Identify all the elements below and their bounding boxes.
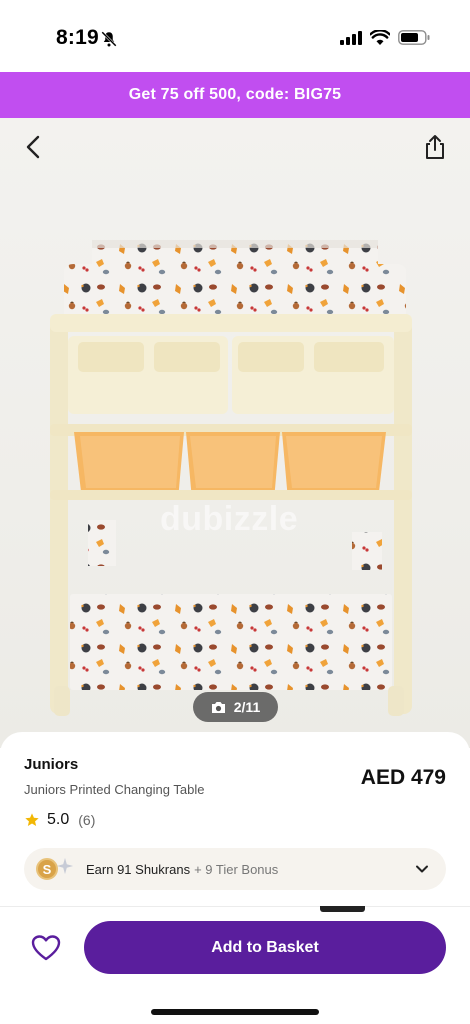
status-time: 8:19 (56, 26, 99, 49)
product-brand[interactable]: Juniors (24, 756, 78, 773)
promo-banner[interactable]: Get 75 off 500, code: BIG75 (0, 72, 470, 118)
status-bar: 8:19 (0, 0, 470, 72)
share-icon[interactable] (420, 132, 450, 162)
image-counter: 2/11 (193, 692, 278, 722)
home-indicator[interactable] (151, 1009, 319, 1015)
battery-icon (398, 30, 430, 45)
product-image (50, 240, 412, 716)
product-image-gallery[interactable]: dubizzle 2/11 (0, 118, 470, 748)
camera-icon (211, 701, 225, 713)
watermark-text: dubizzle (160, 500, 299, 538)
product-rating[interactable]: 5.0 (6) (24, 811, 95, 829)
back-arrow-icon[interactable] (18, 132, 48, 162)
cellular-signal-icon (340, 30, 362, 45)
wifi-icon (370, 30, 390, 45)
product-info-card: Juniors Juniors Printed Changing Table A… (0, 732, 470, 1024)
rating-value: 5.0 (47, 811, 70, 828)
shukran-rewards-row[interactable]: S Earn 91 Shukrans + 9 Tier Bonus (24, 848, 446, 890)
sparkle-icon (56, 857, 74, 875)
product-name: Juniors Printed Changing Table (24, 782, 205, 797)
bell-slash-icon (101, 31, 117, 47)
section-divider (0, 906, 470, 907)
image-counter-text: 2/11 (233, 699, 261, 715)
add-to-basket-button[interactable]: Add to Basket (84, 921, 446, 974)
product-price: AED 479 (360, 766, 446, 789)
chevron-down-icon[interactable] (414, 861, 430, 877)
shukran-earn-text: Earn 91 Shukrans (86, 861, 191, 877)
rating-count: (6) (78, 812, 96, 828)
heart-icon[interactable] (30, 932, 62, 964)
star-icon (25, 813, 39, 826)
peeking-tab (320, 906, 365, 912)
promo-text: Get 75 off 500, code: BIG75 (128, 86, 342, 103)
shukran-coin-icon: S (36, 858, 58, 880)
status-indicators (340, 30, 430, 45)
tier-bonus-text: + 9 Tier Bonus (194, 861, 279, 877)
